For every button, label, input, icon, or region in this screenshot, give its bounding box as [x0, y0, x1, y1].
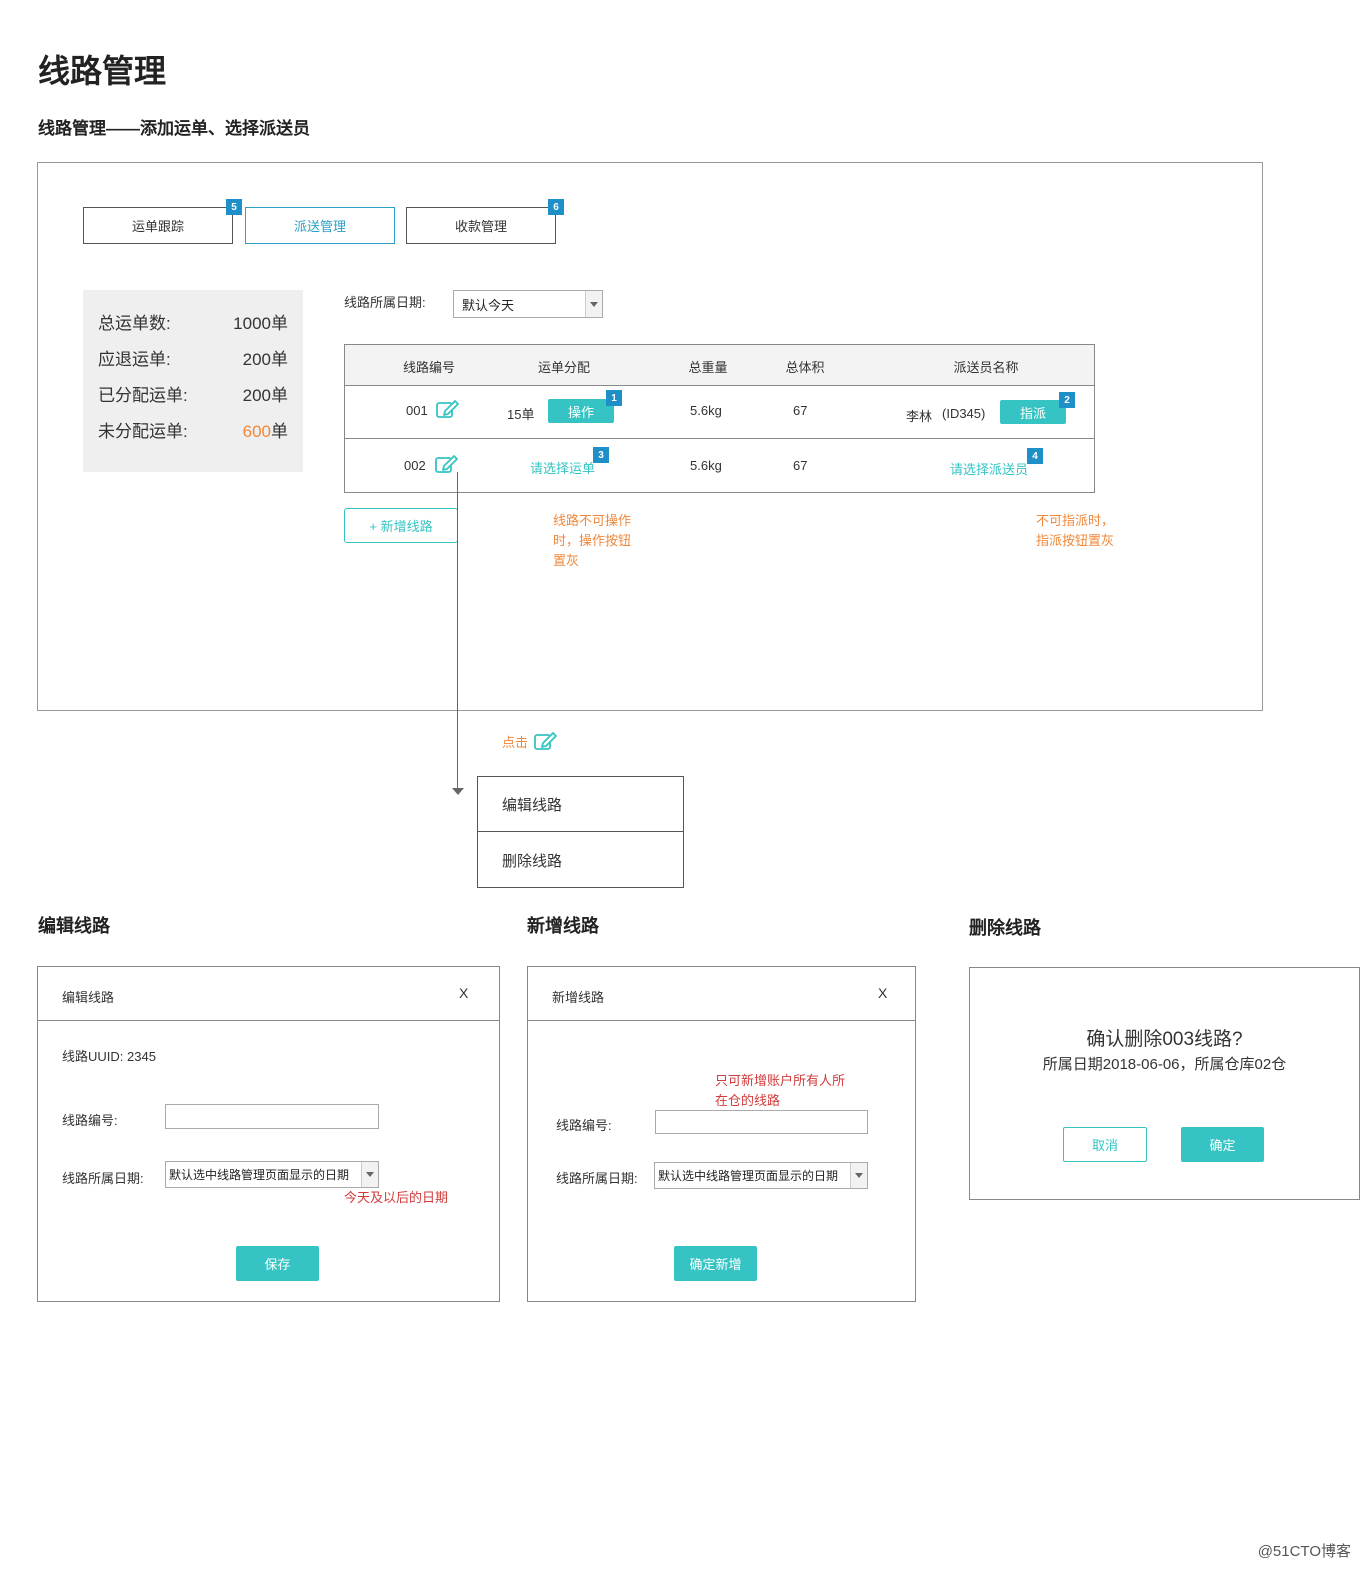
route-date-label: 线路所属日期: — [556, 1171, 638, 1186]
date-range-note: 今天及以后的日期 — [344, 1190, 449, 1205]
stat-unassigned: 未分配运单: 600单 — [98, 417, 288, 442]
annotation-badge: 4 — [1027, 448, 1043, 464]
waybill-stats-panel: 总运单数: 1000单 应退运单: 200单 已分配运单: 200单 未分配运单… — [83, 290, 303, 472]
choose-courier-link[interactable]: 请选择派送员 — [950, 459, 1028, 478]
section-title-edit: 编辑线路 — [38, 916, 110, 936]
column-header: 运单分配 — [537, 360, 591, 375]
stat-label: 总运单数: — [98, 314, 171, 333]
route-context-menu: 编辑线路 删除线路 — [477, 776, 684, 888]
date-filter-select[interactable]: 默认今天 — [453, 290, 603, 318]
tab-waybill-tracking[interactable]: 运单跟踪 — [83, 207, 233, 244]
stat-label: 应退运单: — [98, 350, 171, 369]
annotation-badge: 2 — [1059, 392, 1075, 408]
save-button[interactable]: 保存 — [236, 1246, 319, 1281]
route-table: 线路编号 运单分配 总重量 总体积 派送员名称 001 15单 操作 1 5.6… — [344, 344, 1095, 493]
watermark: @51CTO博客 — [1257, 1543, 1351, 1560]
column-header: 总重量 — [688, 360, 728, 375]
add-route-dialog: 新增线路 X 只可新增账户所有人所 在仓的线路 线路编号: 线路所属日期: 默认… — [527, 966, 916, 1302]
delete-detail: 所属日期2018-06-06，所属仓库02仓 — [1042, 1056, 1287, 1073]
stat-value: 600单 — [242, 422, 288, 441]
operate-button[interactable]: 操作 — [548, 399, 614, 423]
section-title-add: 新增线路 — [527, 916, 599, 936]
add-route-button[interactable]: + 新增线路 — [344, 508, 458, 543]
dialog-header: 新增线路 X — [528, 967, 915, 1021]
annotation-note-operate: 线路不可操作 时，操作按钮 置灰 — [553, 513, 632, 568]
tab-label: 收款管理 — [454, 219, 507, 234]
stat-value: 1000单 — [233, 314, 288, 333]
page-title: 线路管理 — [38, 53, 167, 89]
flow-connector-line — [457, 472, 458, 790]
annotation-badge: 5 — [226, 199, 242, 215]
select-value: 默认今天 — [462, 297, 515, 313]
select-value: 默认选中线路管理页面显示的日期 — [658, 1169, 839, 1183]
arrow-down-icon — [452, 788, 464, 795]
route-id: 002 — [404, 458, 426, 473]
delete-route-dialog: 确认删除003线路? 所属日期2018-06-06，所属仓库02仓 取消 确定 — [969, 967, 1360, 1200]
total-volume: 67 — [793, 458, 808, 473]
close-icon[interactable]: X — [459, 985, 468, 1001]
column-header: 派送员名称 — [953, 360, 1019, 375]
annotation-note-assign: 不可指派时， 指派按钮置灰 — [1036, 513, 1115, 548]
stat-assigned: 已分配运单: 200单 — [98, 381, 288, 406]
chevron-down-icon — [361, 1162, 378, 1187]
warehouse-note: 只可新增账户所有人所 在仓的线路 — [715, 1073, 846, 1108]
dialog-title: 新增线路 — [552, 990, 605, 1005]
tab-payment-management[interactable]: 收款管理 — [406, 207, 556, 244]
column-header: 总体积 — [785, 360, 825, 375]
stat-label: 已分配运单: — [98, 386, 188, 405]
route-no-input[interactable] — [165, 1104, 379, 1129]
row-divider — [345, 438, 1094, 439]
total-weight: 5.6kg — [690, 403, 722, 418]
stat-value: 200单 — [242, 386, 288, 405]
tab-label: 运单跟踪 — [131, 219, 184, 234]
courier-id: (ID345) — [942, 406, 986, 421]
total-volume: 67 — [793, 403, 808, 418]
courier-name: 李林 — [906, 409, 933, 424]
route-date-label: 线路所属日期: — [62, 1171, 144, 1186]
delete-question: 确认删除003线路? — [1086, 1029, 1243, 1050]
confirm-add-button[interactable]: 确定新增 — [674, 1246, 757, 1281]
stat-return: 应退运单: 200单 — [98, 345, 288, 370]
assign-button[interactable]: 指派 — [1000, 400, 1066, 424]
date-filter-label: 线路所属日期: — [344, 295, 426, 310]
annotation-badge: 6 — [548, 199, 564, 215]
column-header: 线路编号 — [402, 360, 456, 375]
edit-icon[interactable] — [435, 454, 459, 474]
select-value: 默认选中线路管理页面显示的日期 — [169, 1168, 350, 1182]
total-weight: 5.6kg — [690, 458, 722, 473]
dialog-title: 编辑线路 — [62, 990, 115, 1005]
table-header: 线路编号 运单分配 总重量 总体积 派送员名称 — [345, 345, 1094, 386]
route-no-input[interactable] — [655, 1110, 868, 1134]
edit-route-dialog: 编辑线路 X 线路UUID: 2345 线路编号: 线路所属日期: 默认选中线路… — [37, 966, 500, 1302]
stat-label: 未分配运单: — [98, 422, 188, 441]
menu-item-delete-route[interactable]: 删除线路 — [478, 833, 683, 888]
tab-delivery-management[interactable]: 派送管理 — [245, 207, 395, 244]
close-icon[interactable]: X — [878, 985, 887, 1001]
route-date-select[interactable]: 默认选中线路管理页面显示的日期 — [654, 1162, 868, 1189]
tab-label: 派送管理 — [293, 219, 346, 234]
confirm-delete-button[interactable]: 确定 — [1181, 1127, 1264, 1162]
route-no-label: 线路编号: — [62, 1113, 118, 1128]
section-title-delete: 删除线路 — [969, 918, 1041, 938]
stat-total: 总运单数: 1000单 — [98, 309, 288, 334]
page-subtitle: 线路管理——添加运单、选择派送员 — [38, 119, 310, 138]
annotation-badge: 3 — [593, 447, 609, 463]
edit-icon — [534, 732, 557, 750]
waybill-count: 15单 — [507, 407, 535, 422]
menu-item-edit-route[interactable]: 编辑线路 — [478, 777, 683, 832]
route-date-select[interactable]: 默认选中线路管理页面显示的日期 — [165, 1161, 379, 1188]
edit-icon[interactable] — [436, 399, 460, 419]
chevron-down-icon — [585, 291, 602, 317]
click-hint: 点击 — [502, 735, 529, 750]
annotation-badge: 1 — [606, 390, 622, 406]
stat-value: 200单 — [242, 350, 288, 369]
route-id: 001 — [406, 403, 428, 418]
route-uuid: 线路UUID: 2345 — [62, 1049, 156, 1064]
chevron-down-icon — [850, 1163, 867, 1188]
choose-waybill-link[interactable]: 请选择运单 — [530, 458, 595, 477]
dialog-header: 编辑线路 X — [38, 967, 499, 1021]
cancel-button[interactable]: 取消 — [1063, 1127, 1147, 1162]
route-no-label: 线路编号: — [556, 1118, 612, 1133]
